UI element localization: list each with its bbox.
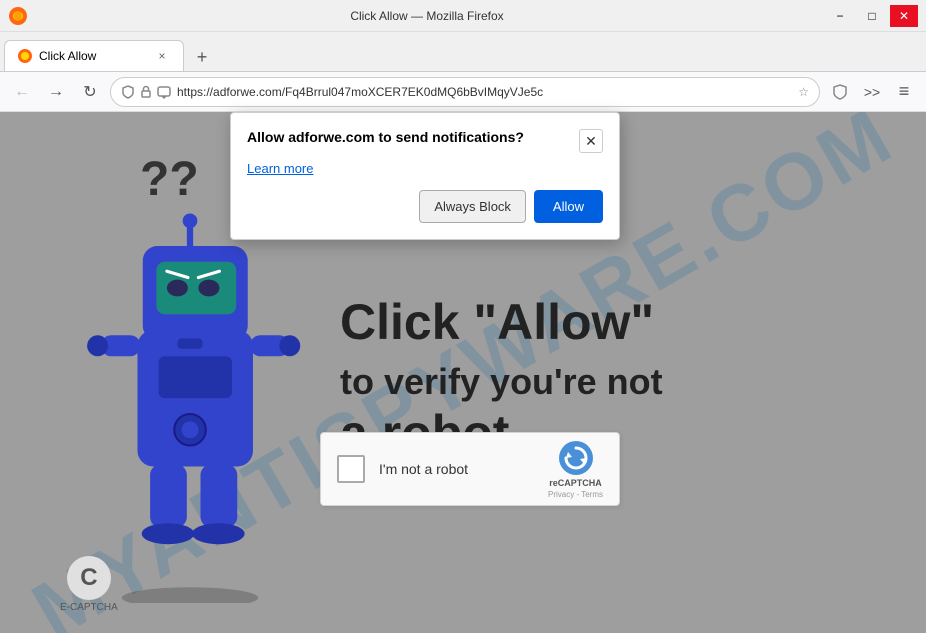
robot-verify-text: to verify you're not [340, 360, 663, 403]
recaptcha-widget: I'm not a robot reCAPTCHA Privacy - Term… [320, 432, 620, 506]
ecaptcha-icon: C [67, 556, 111, 600]
firefox-shield-button[interactable] [826, 78, 854, 106]
close-button[interactable]: ✕ [890, 5, 918, 27]
recaptcha-logo-area: reCAPTCHA Privacy - Terms [548, 440, 603, 499]
tab-favicon [17, 48, 33, 64]
notification-icon [157, 85, 171, 99]
tab-bar: Click Allow × + [0, 32, 926, 72]
always-block-button[interactable]: Always Block [419, 190, 526, 223]
lock-icon [139, 85, 153, 99]
popup-title: Allow adforwe.com to send notifications? [247, 129, 579, 145]
title-bar-left [8, 6, 28, 26]
recaptcha-label: I'm not a robot [379, 461, 534, 477]
extensions-button[interactable]: >> [858, 78, 886, 106]
ecaptcha-text: E-CAPTCHA [60, 602, 118, 613]
refresh-button[interactable]: ↻ [76, 78, 104, 106]
address-bar[interactable]: https://adforwe.com/Fq4Brrul047moXCER7EK… [110, 77, 820, 107]
tab-close-button[interactable]: × [153, 47, 171, 65]
menu-button[interactable]: ≡ [890, 78, 918, 106]
learn-more-link[interactable]: Learn more [247, 161, 603, 176]
popup-close-button[interactable]: ✕ [579, 129, 603, 153]
maximize-button[interactable]: □ [858, 5, 886, 27]
popup-header: Allow adforwe.com to send notifications?… [247, 129, 603, 153]
recaptcha-links: Privacy - Terms [548, 490, 603, 499]
allow-button[interactable]: Allow [534, 190, 603, 223]
recaptcha-checkbox[interactable] [337, 455, 365, 483]
popup-actions: Always Block Allow [247, 190, 603, 223]
title-bar: Click Allow — Mozilla Firefox − □ ✕ [0, 0, 926, 32]
recaptcha-logo-icon [558, 440, 594, 476]
address-bar-icons [121, 85, 171, 99]
minimize-button[interactable]: − [826, 5, 854, 27]
window-title: Click Allow — Mozilla Firefox [28, 9, 826, 23]
nav-right-buttons: >> ≡ [826, 78, 918, 106]
tab-title: Click Allow [39, 49, 147, 63]
bookmark-button[interactable]: ☆ [798, 85, 809, 99]
new-tab-button[interactable]: + [188, 43, 216, 71]
ecaptcha-logo: C E-CAPTCHA [60, 556, 118, 613]
url-text: https://adforwe.com/Fq4Brrul047moXCER7EK… [177, 85, 792, 99]
active-tab[interactable]: Click Allow × [4, 40, 184, 71]
robot-illustration [60, 183, 320, 603]
firefox-icon [8, 6, 28, 26]
recaptcha-brand-label: reCAPTCHA [549, 478, 602, 488]
nav-bar: ← → ↻ https://adforwe.com/Fq4Brrul047moX… [0, 72, 926, 112]
shield-icon [121, 85, 135, 99]
back-button[interactable]: ← [8, 78, 36, 106]
forward-button[interactable]: → [42, 78, 70, 106]
window-controls: − □ ✕ [826, 5, 918, 27]
notification-popup: Allow adforwe.com to send notifications?… [230, 112, 620, 240]
shield-nav-icon [831, 83, 849, 101]
